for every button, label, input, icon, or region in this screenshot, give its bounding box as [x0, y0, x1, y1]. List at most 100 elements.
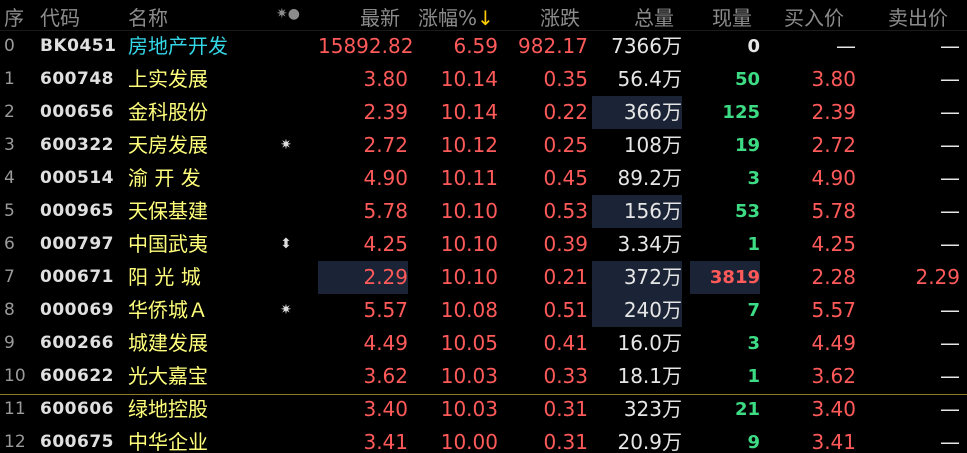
bid-price: 3.80 [811, 67, 856, 91]
col-header-vol[interactable]: 总量 [634, 2, 674, 31]
col-header-mark[interactable]: ✷● [276, 6, 300, 22]
latest-price: 15892.82 [318, 34, 414, 58]
stock-name: 华侨城Ａ [128, 298, 208, 322]
table-row[interactable]: 11 600606 绿地控股 3.40 10.03 0.31 323万 21 3.40 — [0, 393, 967, 426]
table-row[interactable]: 7 000671 阳 光 城 2.29 10.10 0.21 372万 3819 2.28 2.2… [0, 261, 967, 294]
bid-price: 3.41 [811, 430, 856, 453]
col-header-name[interactable]: 名称 [128, 2, 168, 31]
ask-price: — [940, 232, 960, 256]
table-row[interactable]: 0 BK0451 房地产开发 15892.82 6.59 982.17 7366万 0 — — [0, 30, 967, 63]
change-amount: 982.17 [518, 34, 588, 58]
bid-price: 2.28 [811, 265, 856, 289]
latest-price: 3.62 [363, 364, 408, 388]
table-row[interactable]: 8 000069 华侨城Ａ ✷ 5.57 10.08 0.51 240万 7 5.57 — [0, 294, 967, 327]
table-row[interactable]: 4 000514 渝 开 发 4.90 10.11 0.45 89.2万 3 4.90 — [0, 162, 967, 195]
change-percent: 10.10 [440, 265, 498, 289]
latest-price: 3.41 [363, 430, 408, 453]
current-volume: 1 [747, 234, 760, 255]
stock-name: 城建发展 [128, 331, 208, 355]
current-volume: 0 [747, 36, 760, 57]
stock-code: 600675 [40, 432, 114, 452]
bid-price: 5.78 [811, 199, 856, 223]
current-volume: 50 [734, 69, 760, 90]
stock-name: 房地产开发 [128, 34, 228, 58]
change-percent: 10.08 [440, 298, 498, 322]
current-volume: 19 [734, 135, 760, 156]
change-amount: 0.39 [543, 232, 588, 256]
latest-price: 4.90 [363, 166, 408, 190]
stock-code: 000671 [40, 267, 114, 287]
total-volume: 3.34万 [617, 232, 682, 256]
row-seq: 1 [4, 69, 15, 89]
change-percent: 10.14 [440, 100, 498, 124]
table-row[interactable]: 5 000965 天保基建 5.78 10.10 0.53 156万 53 5.78 — [0, 195, 967, 228]
stock-code: 000797 [40, 234, 114, 254]
total-volume: 156万 [592, 195, 682, 228]
table-row[interactable]: 12 600675 中华企业 3.41 10.00 0.31 20.9万 9 3.41 — [0, 426, 967, 453]
stock-mark-icon [274, 261, 298, 294]
table-row[interactable]: 9 600266 城建发展 4.49 10.05 0.41 16.0万 3 4.49 — [0, 327, 967, 360]
latest-price: 4.25 [363, 232, 408, 256]
total-volume: 7366万 [611, 34, 682, 58]
stock-code: 600622 [40, 366, 114, 386]
ask-price: — [940, 430, 960, 453]
change-percent: 10.05 [440, 331, 498, 355]
table-row[interactable]: 10 600622 光大嘉宝 3.62 10.03 0.33 18.1万 1 3.62 — [0, 360, 967, 393]
table-row[interactable]: 3 600322 天房发展 ✷ 2.72 10.12 0.25 108万 19 2.72 — [0, 129, 967, 162]
latest-price: 5.78 [363, 199, 408, 223]
change-percent: 10.00 [440, 430, 498, 453]
change-amount: 0.45 [543, 166, 588, 190]
stock-code: 600322 [40, 135, 114, 155]
change-amount: 0.22 [543, 100, 588, 124]
stock-name: 上实发展 [128, 67, 208, 91]
latest-price: 2.72 [363, 133, 408, 157]
row-seq: 0 [4, 36, 15, 56]
col-header-seq[interactable]: 序 [4, 2, 24, 31]
change-amount: 0.25 [543, 133, 588, 157]
total-volume: 366万 [592, 96, 682, 129]
ask-price: — [940, 34, 960, 58]
col-header-code[interactable]: 代码 [40, 2, 80, 31]
latest-price: 4.49 [363, 331, 408, 355]
latest-price: 3.40 [363, 397, 408, 421]
change-amount: 0.33 [543, 364, 588, 388]
col-header-bid[interactable]: 买入价 [784, 2, 844, 31]
col-header-ask[interactable]: 卖出价 [888, 2, 948, 31]
row-seq: 12 [4, 432, 26, 452]
current-volume: 3819 [690, 261, 760, 294]
bid-price: 3.62 [811, 364, 856, 388]
table-row[interactable]: 1 600748 上实发展 3.80 10.14 0.35 56.4万 50 3.80 — [0, 63, 967, 96]
col-header-cur[interactable]: 现量 [712, 2, 752, 31]
row-seq: 10 [4, 366, 26, 386]
change-percent: 10.11 [440, 166, 498, 190]
col-header-pct[interactable]: 涨幅%↓ [418, 2, 494, 31]
bid-price: 4.90 [811, 166, 856, 190]
ask-price: — [940, 364, 960, 388]
change-percent: 10.14 [440, 67, 498, 91]
total-volume: 372万 [592, 261, 682, 294]
row-seq: 4 [4, 168, 15, 188]
ask-price: — [940, 298, 960, 322]
change-amount: 0.31 [543, 397, 588, 421]
row-seq: 2 [4, 102, 15, 122]
change-percent: 10.03 [440, 397, 498, 421]
stock-code: BK0451 [40, 36, 117, 56]
stock-mark-icon: ⬍ [280, 236, 292, 252]
row-seq: 8 [4, 300, 15, 320]
stock-name: 中国武夷 [128, 232, 208, 256]
total-volume: 16.0万 [617, 331, 682, 355]
current-volume: 125 [722, 102, 760, 123]
col-header-price[interactable]: 最新 [360, 2, 400, 31]
col-header-chg[interactable]: 涨跌 [540, 2, 580, 31]
row-seq: 3 [4, 135, 15, 155]
stock-name: 天保基建 [128, 199, 208, 223]
total-volume: 18.1万 [617, 364, 682, 388]
stock-name: 渝 开 发 [128, 166, 201, 190]
table-row[interactable]: 2 000656 金科股份 2.39 10.14 0.22 366万 125 2.39 — [0, 96, 967, 129]
stock-code: 600748 [40, 69, 114, 89]
latest-price: 2.39 [363, 100, 408, 124]
stock-name: 绿地控股 [128, 397, 208, 421]
stock-name: 中华企业 [128, 430, 208, 453]
col-header-pct-label: 涨幅% [418, 6, 478, 30]
table-row[interactable]: 6 000797 中国武夷 ⬍ 4.25 10.10 0.39 3.34万 1 4.25 — [0, 228, 967, 261]
